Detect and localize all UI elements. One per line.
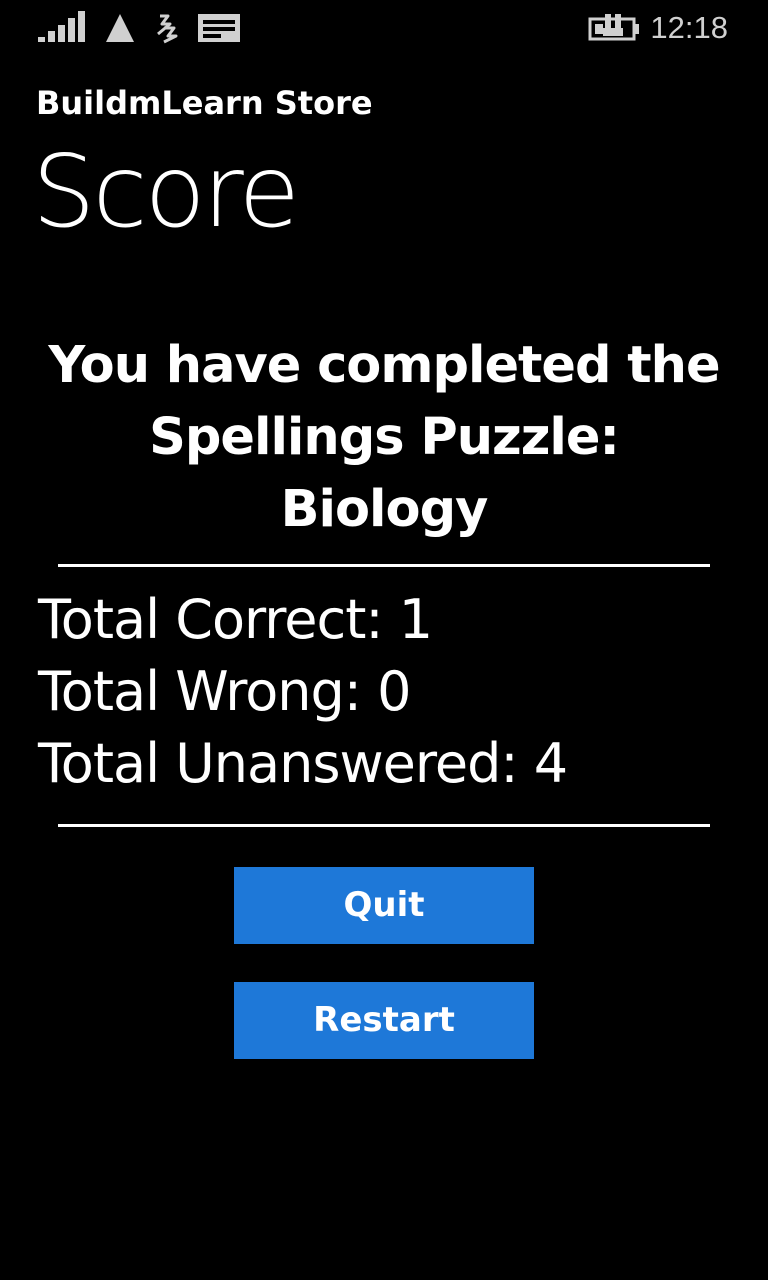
score-stats: Total Correct: 1 Total Wrong: 0 Total Un… bbox=[38, 584, 568, 800]
total-correct: Total Correct: 1 bbox=[38, 588, 433, 651]
total-unanswered: Total Unanswered: 4 bbox=[38, 732, 568, 795]
completion-message: You have completed the Spellings Puzzle:… bbox=[0, 330, 768, 546]
quit-button[interactable]: Quit bbox=[234, 867, 534, 944]
app-title: BuildmLearn Store bbox=[36, 84, 373, 122]
status-bar: 12:18 bbox=[0, 0, 768, 56]
completion-line-1: You have completed the bbox=[48, 336, 720, 395]
message-icon bbox=[198, 14, 240, 42]
battery-charging-icon bbox=[588, 14, 639, 41]
divider-bottom bbox=[58, 824, 710, 827]
status-time: 12:18 bbox=[650, 10, 728, 45]
roaming-icon bbox=[106, 14, 134, 42]
signal-icon bbox=[38, 11, 85, 42]
completion-line-2: Spellings Puzzle: bbox=[149, 408, 620, 467]
total-wrong: Total Wrong: 0 bbox=[38, 660, 412, 723]
divider-top bbox=[58, 564, 710, 567]
completion-line-3: Biology bbox=[280, 480, 489, 539]
data-connection-icon bbox=[157, 14, 178, 44]
page-title: Score bbox=[32, 133, 300, 250]
restart-button[interactable]: Restart bbox=[234, 982, 534, 1059]
